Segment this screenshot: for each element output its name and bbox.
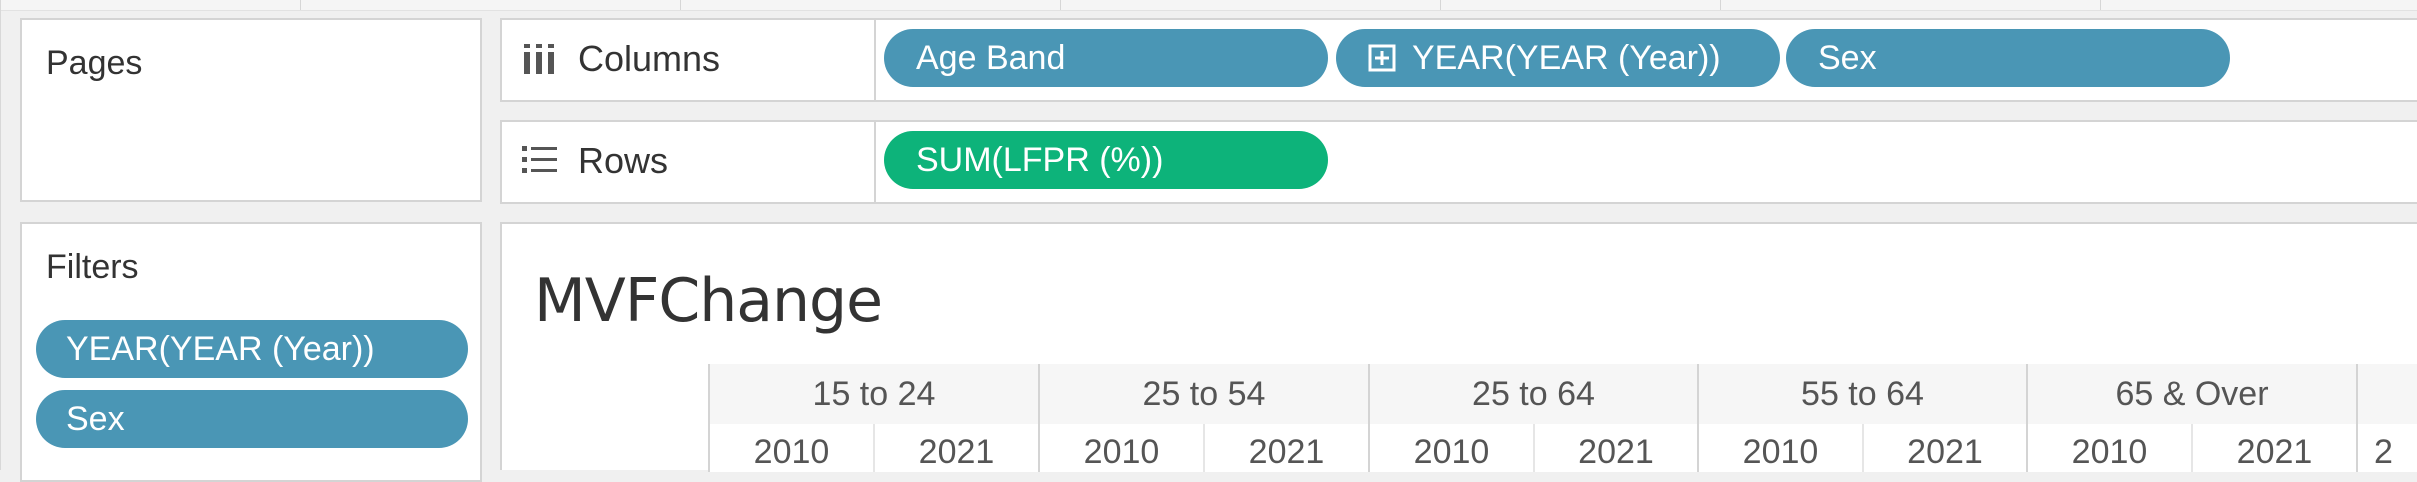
column-pill-age-band[interactable]: Age Band xyxy=(884,29,1328,87)
age-band-header-cell[interactable]: 25 to 54 xyxy=(1038,364,1368,424)
year-header-cell[interactable]: 2010 xyxy=(1038,424,1203,472)
strip-divider xyxy=(680,0,681,10)
year-header: 2010 2021 2010 2021 2010 2021 2010 2021 … xyxy=(708,424,2417,472)
year-header-cell[interactable]: 2 xyxy=(2356,424,2417,472)
view-canvas[interactable]: MVFChange 15 to 24 25 to 54 25 to 64 55 … xyxy=(500,222,2417,472)
rows-shelf-label-area: Rows xyxy=(502,122,876,202)
year-header-cell[interactable]: 2021 xyxy=(1203,424,1368,472)
columns-shelf[interactable]: Columns Age Band YEAR(YEAR (Year)) Sex xyxy=(500,18,2417,102)
age-band-header-cell[interactable] xyxy=(2356,364,2417,424)
columns-icon xyxy=(524,44,554,74)
view-title: MVFChange xyxy=(534,266,883,336)
age-band-header-cell[interactable]: 25 to 64 xyxy=(1368,364,1697,424)
year-header-cell[interactable]: 2021 xyxy=(1862,424,2026,472)
left-edge xyxy=(0,0,1,470)
filter-pill-sex[interactable]: Sex xyxy=(36,390,468,448)
rows-shelf[interactable]: Rows SUM(LFPR (%)) xyxy=(500,120,2417,204)
age-band-header: 15 to 24 25 to 54 25 to 64 55 to 64 65 &… xyxy=(708,364,2417,424)
year-header-cell[interactable]: 2021 xyxy=(1533,424,1697,472)
rows-shelf-label: Rows xyxy=(578,140,669,181)
year-header-cell[interactable]: 2010 xyxy=(1368,424,1533,472)
columns-shelf-label: Columns xyxy=(578,38,721,79)
strip-divider xyxy=(1720,0,1721,10)
strip-divider xyxy=(300,0,301,10)
plus-square-icon[interactable] xyxy=(1368,44,1396,72)
year-header-cell[interactable]: 2010 xyxy=(708,424,873,472)
age-band-header-cell[interactable]: 55 to 64 xyxy=(1697,364,2026,424)
year-header-cell[interactable]: 2010 xyxy=(2026,424,2191,472)
strip-divider xyxy=(1440,0,1441,10)
pages-card-title: Pages xyxy=(46,44,143,82)
rows-list-icon xyxy=(522,146,557,173)
pages-card[interactable]: Pages xyxy=(20,18,482,202)
strip-divider xyxy=(2100,0,2101,10)
year-header-cell[interactable]: 2021 xyxy=(2191,424,2356,472)
age-band-header-cell[interactable]: 65 & Over xyxy=(2026,364,2356,424)
column-pill-year-label: YEAR(YEAR (Year)) xyxy=(1412,39,1721,77)
columns-shelf-label-area: Columns xyxy=(502,20,876,100)
row-pill-sum-lfpr[interactable]: SUM(LFPR (%)) xyxy=(884,131,1328,189)
top-strip xyxy=(0,0,2417,11)
filter-pill-year[interactable]: YEAR(YEAR (Year)) xyxy=(36,320,468,378)
strip-divider xyxy=(1060,0,1061,10)
column-pill-sex[interactable]: Sex xyxy=(1786,29,2230,87)
age-band-header-cell[interactable]: 15 to 24 xyxy=(708,364,1038,424)
column-pill-year[interactable]: YEAR(YEAR (Year)) xyxy=(1336,29,1780,87)
year-header-cell[interactable]: 2010 xyxy=(1697,424,1862,472)
filters-card-title: Filters xyxy=(46,248,139,286)
year-header-cell[interactable]: 2021 xyxy=(873,424,1038,472)
filters-card[interactable]: Filters YEAR(YEAR (Year)) Sex xyxy=(20,222,482,482)
